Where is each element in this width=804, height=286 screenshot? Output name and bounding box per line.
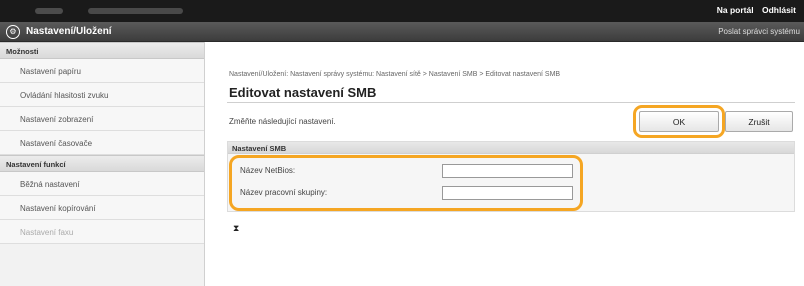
gear-icon: ⚙ [6,25,20,39]
sidebar-item-volume[interactable]: Ovládání hlasitosti zvuku [0,83,204,107]
breadcrumb: Nastavení/Uložení: Nastavení správy syst… [229,71,561,78]
page-title: Editovat nastavení SMB [229,85,377,100]
title-divider [227,102,795,103]
sidebar-header-functions: Nastavení funkcí [0,155,204,172]
logout-link[interactable]: Odhlásit [762,5,796,15]
sidebar-item-copy-settings[interactable]: Nastavení kopírování [0,196,204,220]
blurred-logo [35,8,63,14]
page-section-title: Nastavení/Uložení [26,26,112,37]
sidebar-item-paper-settings[interactable]: Nastavení papíru [0,59,204,83]
sidebar-item-timer-settings[interactable]: Nastavení časovače [0,131,204,155]
mail-admin-link[interactable]: Poslat správci systému [718,27,800,36]
top-bar: Na portál Odhlásit [0,0,804,22]
sidebar: Možnosti Nastavení papíru Ovládání hlasi… [0,42,205,286]
collapse-icon[interactable]: ⧗ [233,223,239,234]
portal-link[interactable]: Na portál [717,5,754,15]
section-title: Nastavení SMB [228,142,794,154]
fields-highlight [229,155,583,211]
title-bar: ⚙ Nastavení/Uložení Poslat správci systé… [0,22,804,42]
top-links: Na portál Odhlásit [711,5,796,15]
sidebar-item-fax-settings[interactable]: Nastavení faxu [0,220,204,244]
sidebar-item-display-settings[interactable]: Nastavení zobrazení [0,107,204,131]
instruction-text: Změňte následující nastavení. [229,117,336,126]
ok-button-highlight [633,105,725,138]
sidebar-item-common-settings[interactable]: Běžná nastavení [0,172,204,196]
blurred-device-name [88,8,183,14]
sidebar-header-options: Možnosti [0,42,204,59]
cancel-button[interactable]: Zrušit [725,111,793,132]
main-content: Nastavení/Uložení: Nastavení správy syst… [206,42,804,286]
